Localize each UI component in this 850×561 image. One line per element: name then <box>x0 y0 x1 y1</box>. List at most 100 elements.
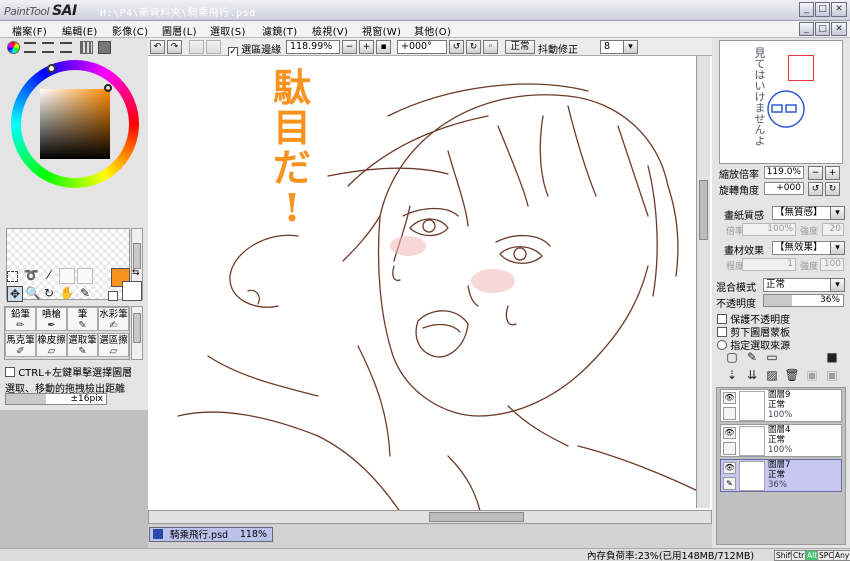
brush-pen[interactable]: 筆 ✎ <box>67 307 98 331</box>
invert-selection-button[interactable] <box>206 40 221 54</box>
deselect-button[interactable] <box>189 40 204 54</box>
layer-lock-icon[interactable] <box>723 407 736 420</box>
brush-eraser[interactable]: 橡皮擦 ▱ <box>36 333 67 357</box>
scratchpad-mode-icon[interactable] <box>98 41 111 54</box>
ctrl-select-option[interactable]: CTRL+左鍵單擊選擇圖層 <box>5 364 132 379</box>
menu-filter[interactable]: 濾鏡(T) <box>262 23 297 38</box>
clear-layer-icon[interactable]: ▨ <box>764 368 780 384</box>
swatches-mode-icon[interactable] <box>80 41 93 54</box>
color-wheel-mode-icon[interactable] <box>7 41 20 54</box>
selection-source-radio[interactable] <box>717 340 727 350</box>
delete-layer-icon[interactable]: 🗑 <box>784 368 800 384</box>
zoom-field[interactable]: 118.99% <box>286 40 340 54</box>
horizontal-scroll-thumb[interactable] <box>429 512 524 522</box>
blend-mode-dropdown-icon[interactable]: ▾ <box>830 278 845 292</box>
rotate-left-button[interactable]: ↺ <box>449 40 464 54</box>
new-linework-layer-icon[interactable]: ✎ <box>744 350 760 366</box>
nav-rotate-left-button[interactable]: ↺ <box>808 182 823 196</box>
menu-layer[interactable]: 圖層(L) <box>162 23 197 38</box>
menu-edit[interactable]: 編輯(E) <box>62 23 98 38</box>
rotate-reset-button[interactable]: ◦ <box>483 40 498 54</box>
move-icon[interactable]: ✥ <box>7 286 23 302</box>
magic-wand-icon[interactable]: ⁄ <box>41 268 57 284</box>
visibility-eye-icon[interactable]: 👁 <box>723 462 736 474</box>
menu-image[interactable]: 影像(C) <box>112 23 148 38</box>
rotate-right-button[interactable]: ↻ <box>466 40 481 54</box>
swap-colors-icon[interactable]: ⇆ <box>132 268 140 278</box>
menu-file[interactable]: 檔案(F) <box>12 23 47 38</box>
navigator-view-rect[interactable] <box>788 55 814 81</box>
mask-link-icon[interactable]: ▣ <box>824 368 840 384</box>
doc-close-button[interactable]: ✕ <box>831 22 847 36</box>
brush-scrollbar[interactable] <box>131 306 143 360</box>
new-layer-icon[interactable]: ▢ <box>724 350 740 366</box>
minimize-button[interactable]: _ <box>799 2 814 17</box>
secondary-color-swatch[interactable] <box>122 281 142 301</box>
blend-button[interactable]: 正常 <box>505 40 535 54</box>
paper-texture-dropdown-icon[interactable]: ▾ <box>830 206 845 220</box>
nav-zoom-out-button[interactable]: − <box>808 166 823 180</box>
rect-select-icon[interactable] <box>7 271 18 282</box>
rgb-slider-mode-icon[interactable] <box>24 42 36 53</box>
effect-dropdown-icon[interactable]: ▾ <box>830 241 845 255</box>
strength-field[interactable]: 20 <box>822 223 844 236</box>
nav-zoom-in-button[interactable]: + <box>825 166 840 180</box>
close-button[interactable]: ✕ <box>831 2 847 17</box>
merge-down-icon[interactable]: ⇊ <box>744 368 760 384</box>
hsv-slider-mode-icon[interactable] <box>42 42 54 53</box>
opacity-slider[interactable]: 36% <box>763 294 844 307</box>
vertical-scroll-thumb[interactable] <box>699 180 708 240</box>
menu-select[interactable]: 選取(S) <box>210 23 246 38</box>
hand-icon[interactable]: ✋ <box>59 286 75 302</box>
layer-item[interactable]: 👁 圖層9 正常 100% <box>720 389 842 422</box>
brush-watercolor[interactable]: 水彩筆 ✍ <box>98 307 129 331</box>
eyedropper-icon[interactable]: ✎ <box>77 286 93 302</box>
color-mixer-mode-icon[interactable] <box>60 42 72 53</box>
brush-pencil[interactable]: 鉛筆 ✏ <box>5 307 36 331</box>
doc-restore-button[interactable]: □ <box>815 22 830 36</box>
selection-edge-toggle[interactable]: ✓ 選區邊緣 <box>228 41 281 57</box>
rotate-icon[interactable]: ↻ <box>41 286 57 302</box>
transfer-down-icon[interactable]: ⇣ <box>724 368 740 384</box>
zoom-out-button[interactable]: − <box>342 40 357 54</box>
hue-handle[interactable] <box>47 64 56 73</box>
strength2-field[interactable]: 100 <box>820 258 844 271</box>
navigator-preview[interactable]: 見てはいけませんよ <box>719 40 843 164</box>
sv-handle[interactable] <box>104 84 112 92</box>
zoom-reset-button[interactable]: ▪ <box>376 40 391 54</box>
visibility-eye-icon[interactable]: 👁 <box>723 392 736 404</box>
lasso-icon[interactable]: ➰ <box>23 268 39 284</box>
brush-select-pen[interactable]: 選取筆 ✎ <box>67 333 98 357</box>
rotation-field[interactable]: +000° <box>397 40 447 54</box>
brush-marker[interactable]: 馬克筆 ✐ <box>5 333 36 357</box>
saturation-value-square[interactable] <box>40 89 110 159</box>
nav-angle-field[interactable]: +000 <box>764 182 804 195</box>
ctrl-select-checkbox[interactable] <box>5 367 15 377</box>
maximize-button[interactable]: □ <box>815 2 830 17</box>
zoom-icon[interactable]: 🔍 <box>25 286 41 302</box>
doc-minimize-button[interactable]: _ <box>799 22 814 36</box>
transparent-color-swatch[interactable] <box>108 291 118 301</box>
stabilizer-dropdown-icon[interactable]: ▾ <box>623 40 638 54</box>
canvas-horizontal-scrollbar[interactable] <box>148 510 712 524</box>
undo-button[interactable]: ↶ <box>150 40 165 54</box>
nav-zoom-field[interactable]: 119.0% <box>764 166 804 179</box>
new-folder-icon[interactable]: ▭ <box>764 350 780 366</box>
redo-button[interactable]: ↷ <box>167 40 182 54</box>
layer-item[interactable]: 👁 圖層4 正常 100% <box>720 424 842 457</box>
ratio-field[interactable]: 100% <box>742 223 796 236</box>
zoom-in-button[interactable]: + <box>359 40 374 54</box>
preserve-opacity-checkbox[interactable] <box>717 314 727 324</box>
clipping-checkbox[interactable] <box>717 327 727 337</box>
layer-item-selected[interactable]: 👁 ✎ 圖層7 正常 36% <box>720 459 842 492</box>
layer-brush-icon[interactable]: ✎ <box>723 477 736 490</box>
canvas-vertical-scrollbar[interactable] <box>696 56 710 508</box>
canvas[interactable]: 駄 目 だ ! <box>148 56 712 524</box>
brush-airbrush[interactable]: 噴槍 ✒ <box>36 307 67 331</box>
brush-select-eraser[interactable]: 選區擦 ▱ <box>98 333 129 357</box>
apply-mask-icon[interactable]: ▣ <box>804 368 820 384</box>
drag-distance-slider[interactable]: ±16pix <box>5 393 107 405</box>
visibility-eye-icon[interactable]: 👁 <box>723 427 736 439</box>
document-tab[interactable]: 騎乘飛行.psd 118% <box>149 527 273 542</box>
layer-panel-option-icon[interactable]: ■ <box>824 350 840 366</box>
